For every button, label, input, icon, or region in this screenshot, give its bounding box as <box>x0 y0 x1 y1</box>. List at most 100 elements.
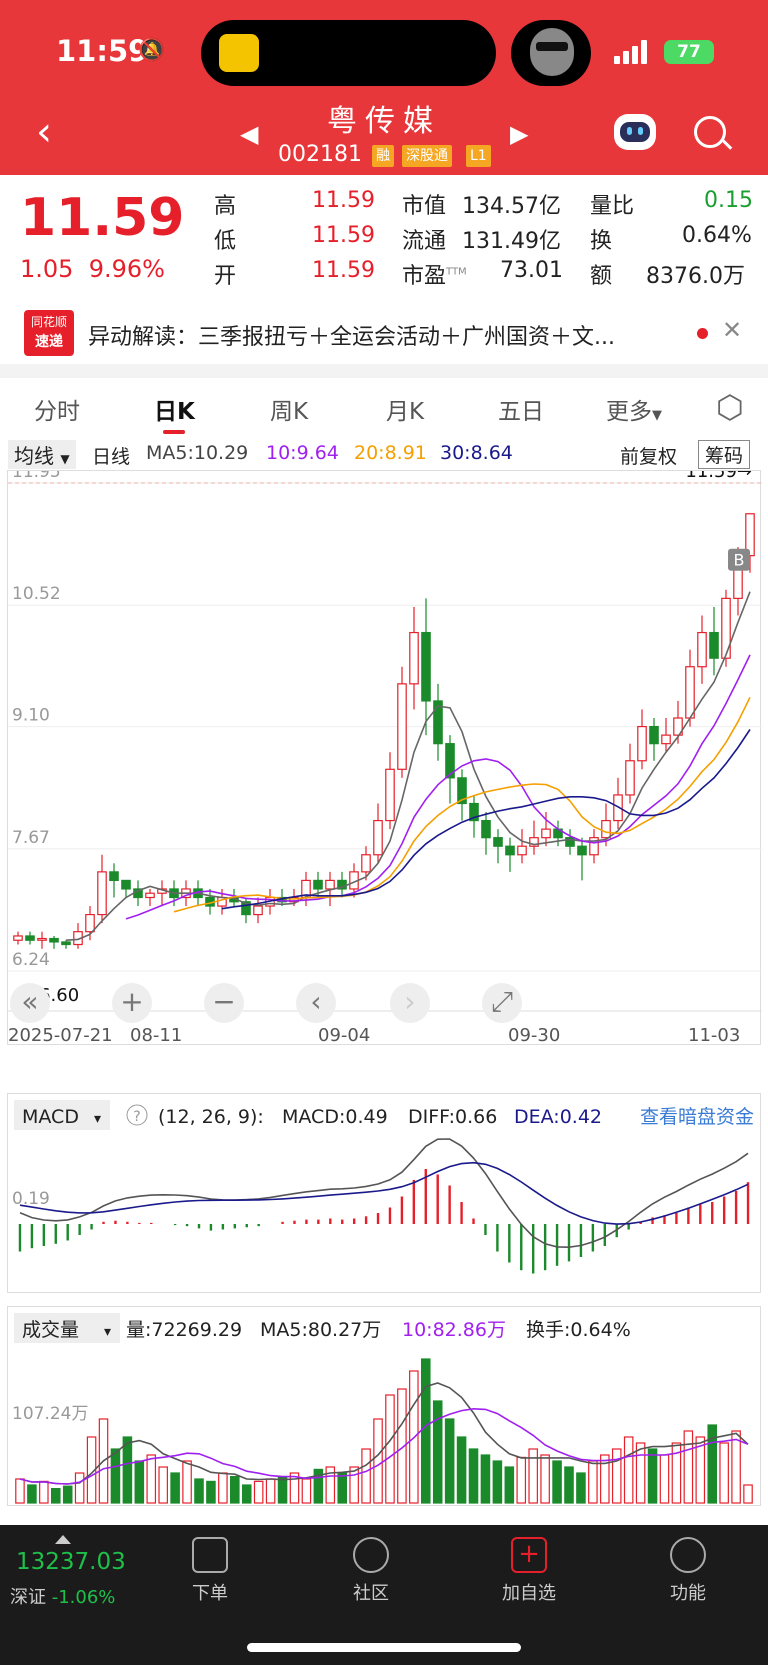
nav-functions[interactable]: 功能 <box>643 1537 733 1605</box>
search-icon[interactable] <box>694 116 733 150</box>
zoom-out-button[interactable]: − <box>204 983 244 1023</box>
volume-panel[interactable]: 成交量 ▾ 量:72269.29 MA5:80.27万 10:82.86万 换手:0.64… <box>7 1306 761 1506</box>
ma10-value: 10:9.64 <box>266 442 339 464</box>
date-label: 2025-07-21 <box>8 1025 113 1046</box>
status-time: 11:59 <box>56 34 149 68</box>
candle-body <box>505 845 515 856</box>
chevron-down-icon: ▾ <box>104 1324 111 1340</box>
adjust-mode[interactable]: 前复权 <box>620 442 677 469</box>
volume-bar <box>456 1436 467 1504</box>
settings-hexagon-icon[interactable]: ⬡ <box>716 388 744 426</box>
tab-active-indicator <box>163 430 185 434</box>
volume-svg: 成交量 ▾ 量:72269.29 MA5:80.27万 10:82.86万 换手:0.64… <box>12 1313 753 1504</box>
value-float-cap: 131.49亿 <box>462 229 561 254</box>
volume-bar <box>218 1472 228 1504</box>
last-price-label: 11.59→ <box>685 471 752 482</box>
price-change: 1.05 9.96% <box>20 255 165 283</box>
volume-bar <box>552 1460 562 1504</box>
macd-panel[interactable]: MACD ▾? (12, 26, 9): MACD:0.49 DIFF:0.66 DEA:… <box>7 1093 761 1293</box>
volume-bar <box>432 1400 443 1504</box>
macd-svg: MACD ▾? (12, 26, 9): MACD:0.49 DIFF:0.66 DEA:… <box>12 1100 754 1274</box>
news-banner[interactable]: 同花顺 速递 异动解读：三季报扭亏＋全运会活动＋广州国资＋文... ✕ <box>0 302 768 364</box>
volume-bar <box>516 1456 527 1504</box>
candle-body <box>409 631 419 685</box>
y-tick-label: 10.52 <box>12 584 61 604</box>
candle-body <box>649 725 659 745</box>
tab-monthly-k[interactable]: 月K <box>386 392 424 426</box>
volume-bar <box>39 1480 49 1504</box>
macd-selector: MACD <box>22 1106 79 1128</box>
close-icon[interactable]: ✕ <box>722 316 742 344</box>
label-float-cap: 流通 <box>402 229 447 254</box>
candle-body <box>373 819 383 856</box>
dark-pool-link: 查看暗盘资金 <box>640 1106 754 1128</box>
community-star-icon <box>353 1537 389 1573</box>
volume-bar <box>719 1442 729 1504</box>
volume-bar <box>206 1480 216 1504</box>
chips-button[interactable]: 筹码 <box>698 440 751 469</box>
volume-bar <box>253 1480 264 1504</box>
ma20-value: 20:8.91 <box>354 442 427 464</box>
volume-bar <box>110 1448 121 1504</box>
volume-bar <box>420 1358 431 1504</box>
scroll-left-button[interactable]: « <box>10 983 50 1023</box>
nav-add-watchlist[interactable]: + 加自选 <box>484 1537 574 1605</box>
volume-value: 量:72269.29 <box>126 1319 242 1341</box>
y-tick-label: 7.67 <box>12 828 50 848</box>
kline-chart[interactable]: 11.95 10.52 9.10 7.67 6.24 11.59→ ←6.60 B 2025-0… <box>7 461 762 1046</box>
candle-body <box>481 819 491 839</box>
fullscreen-button[interactable]: ⤢ <box>482 983 522 1023</box>
volume-bar <box>576 1472 586 1504</box>
value-market-cap: 134.57亿 <box>462 194 561 219</box>
candle-body <box>397 683 407 770</box>
volume-bar <box>528 1448 538 1504</box>
volume-bar <box>683 1430 694 1504</box>
volume-selector: 成交量 <box>22 1319 79 1341</box>
volume-bar <box>504 1466 515 1504</box>
volume-bar <box>349 1466 359 1504</box>
y-tick-label: 9.10 <box>12 706 50 726</box>
tab-weekly-k[interactable]: 周K <box>270 392 308 426</box>
tab-five-day[interactable]: 五日 <box>498 392 544 426</box>
index-row[interactable]: 深证 -1.06% <box>10 1583 115 1609</box>
ma-selector[interactable]: 均线 ▼ <box>8 440 76 469</box>
volume-bar <box>707 1424 718 1504</box>
help-icon-text: ? <box>133 1109 140 1125</box>
delivery-rider-icon <box>219 34 259 72</box>
robot-assistant-icon[interactable] <box>614 114 656 150</box>
pan-left-button[interactable]: ‹ <box>296 983 336 1023</box>
nav-community[interactable]: 社区 <box>326 1537 416 1605</box>
index-value[interactable]: 13237.03 <box>16 1549 126 1575</box>
candle-body <box>721 597 731 659</box>
candle-body <box>121 879 131 890</box>
pan-right-button[interactable]: › <box>390 983 430 1023</box>
nav-order[interactable]: 下单 <box>165 1537 255 1605</box>
turnover-value: 换手:0.64% <box>526 1319 631 1341</box>
value-high: 11.59 <box>312 188 375 213</box>
candle-body <box>13 935 23 941</box>
candle-body <box>709 631 719 659</box>
label-amount: 额 <box>590 264 613 289</box>
diff-value: DIFF:0.66 <box>408 1106 497 1128</box>
volume-bar <box>385 1394 395 1504</box>
zoom-in-button[interactable]: + <box>112 983 152 1023</box>
tab-more[interactable]: 更多▼ <box>606 392 662 426</box>
period-tabs: 分时 日K 周K 月K 五日 更多▼ ⬡ <box>0 380 768 436</box>
tab-daily-k[interactable]: 日K <box>154 392 195 426</box>
y-tick-label: 6.24 <box>12 950 50 970</box>
tab-intraday[interactable]: 分时 <box>34 392 80 426</box>
candle-body <box>325 879 335 890</box>
value-low: 11.59 <box>312 223 375 248</box>
volume-ma5: MA5:80.27万 <box>260 1319 381 1341</box>
label-volume-ratio: 量比 <box>590 194 635 219</box>
next-stock-icon[interactable]: ▶ <box>510 120 528 148</box>
volume-bar <box>170 1472 180 1504</box>
candle-body <box>697 631 707 668</box>
add-icon: + <box>511 1537 547 1573</box>
ma5-value: MA5:10.29 <box>146 442 249 464</box>
prev-stock-icon[interactable]: ◀ <box>240 120 258 148</box>
stock-header: 11:59 🔕 77 ‹ 粤传媒 ◀ ▶ 002181 融 深股通 L1 <box>0 0 768 175</box>
date-label: 08-11 <box>130 1025 182 1046</box>
volume-bar <box>122 1436 133 1504</box>
candle-body <box>37 937 47 941</box>
